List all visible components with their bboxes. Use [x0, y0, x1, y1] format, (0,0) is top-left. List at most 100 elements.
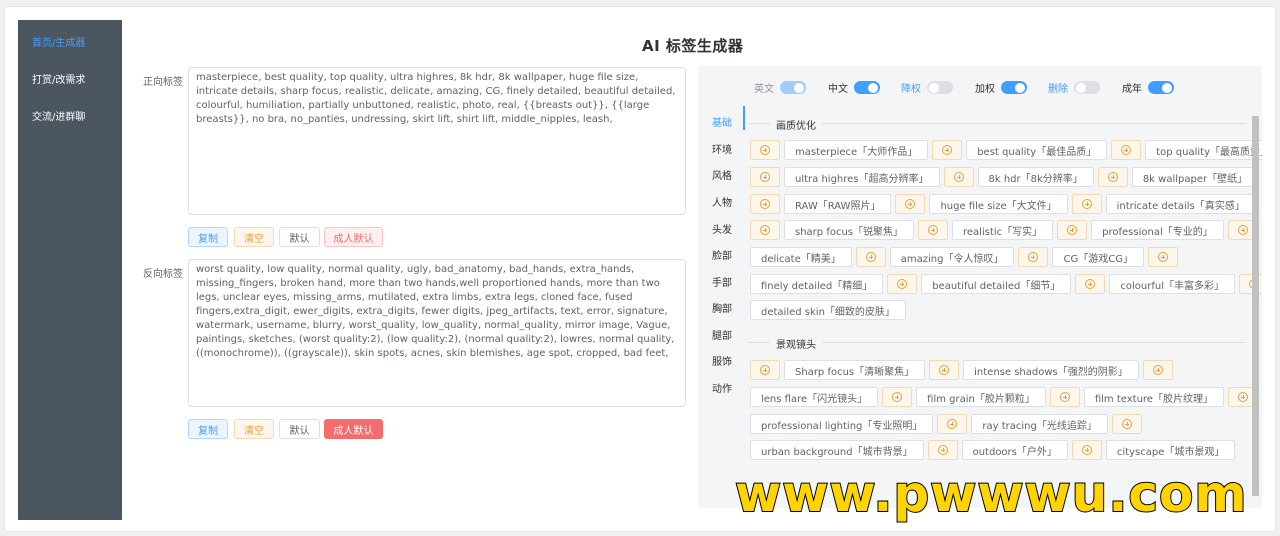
add-tag-button[interactable] [1111, 140, 1142, 160]
tag-chip[interactable]: urban background「城市背景」 [750, 440, 924, 460]
tab-chest[interactable]: 胸部 [712, 300, 732, 315]
toggle-downweight[interactable]: 降权 [901, 80, 953, 95]
add-tag-button[interactable] [1097, 167, 1128, 187]
tag-chip[interactable]: masterpiece「大师作品」 [784, 140, 929, 160]
toggle-english[interactable]: 英文 [754, 80, 806, 95]
tab-hands[interactable]: 手部 [712, 274, 732, 289]
add-tag-button[interactable] [918, 220, 948, 240]
tab-legs[interactable]: 腿部 [712, 327, 732, 342]
tag-chip[interactable]: huge file size「大文件」 [929, 194, 1068, 214]
toggle-delete[interactable]: 删除 [1048, 80, 1100, 95]
tag-chip[interactable]: intricate details「真实感」 [1105, 194, 1256, 214]
tag-chip[interactable]: detailed skin「细致的皮肤」 [750, 300, 906, 320]
negative-adult-default-button[interactable]: 成人默认 [324, 419, 383, 439]
positive-copy-button[interactable]: 复制 [188, 227, 228, 247]
negative-copy-button[interactable]: 复制 [188, 419, 228, 439]
tag-chip[interactable]: professional lighting「专业照明」 [750, 414, 934, 434]
add-tag-button[interactable] [750, 167, 780, 187]
tag-chip[interactable]: intense shadows「强烈的阴影」 [963, 360, 1139, 380]
toggle-switch[interactable] [1148, 81, 1174, 94]
add-tag-button[interactable] [1071, 440, 1102, 460]
toggle-switch[interactable] [854, 81, 880, 94]
add-tag-button[interactable] [927, 440, 958, 460]
tag-chip[interactable]: amazing「令人惊叹」 [889, 247, 1015, 267]
tag-chip[interactable]: beautiful detailed「细节」 [921, 274, 1072, 294]
add-tag-button[interactable] [750, 220, 780, 240]
tag-chip[interactable]: film grain「胶片颗粒」 [916, 387, 1046, 407]
tab-hair[interactable]: 头发 [712, 221, 732, 236]
tag-chip[interactable]: ultra highres「超高分辨率」 [784, 167, 940, 187]
add-tag-button[interactable] [1049, 387, 1080, 407]
add-tag-button[interactable] [1075, 274, 1106, 294]
tag-row: ultra highres「超高分辨率」 8k hdr「8k分辨率」 8k wa… [750, 166, 1259, 188]
plus-circle-icon [1237, 392, 1248, 402]
tag-chip[interactable]: top quality「最高质量」 [1145, 140, 1262, 160]
add-tag-button[interactable] [882, 387, 913, 407]
add-tag-button[interactable] [943, 167, 974, 187]
add-tag-button[interactable] [929, 360, 960, 380]
tag-chip[interactable]: delicate「精美」 [750, 247, 852, 267]
add-tag-button[interactable] [1071, 194, 1102, 214]
tag-chip[interactable]: professional「专业的」 [1091, 220, 1224, 240]
plus-circle-icon [1152, 365, 1163, 375]
add-tag-button[interactable] [750, 140, 780, 160]
tag-chip[interactable]: outdoors「户外」 [961, 440, 1068, 460]
toggle-adult[interactable]: 成年 [1122, 80, 1174, 95]
tag-row: sharp focus「锐聚焦」 realistic「写实」 professio… [750, 219, 1258, 241]
tag-chip[interactable]: CG「游戏CG」 [1052, 247, 1144, 267]
tag-chip[interactable]: RAW「RAW照片」 [784, 194, 892, 214]
toggle-switch[interactable] [780, 81, 806, 94]
add-tag-button[interactable] [1147, 247, 1178, 267]
negative-label: 反向标签 [143, 269, 183, 280]
tag-panel-scrollbar[interactable] [1252, 116, 1259, 496]
negative-clear-button[interactable]: 清空 [234, 419, 274, 439]
tab-clothing[interactable]: 服饰 [712, 353, 732, 368]
add-tag-button[interactable] [937, 414, 968, 434]
toggle-switch[interactable] [1074, 81, 1100, 94]
tag-chip[interactable]: cityscape「城市景观」 [1105, 440, 1236, 460]
toggle-chinese[interactable]: 中文 [828, 80, 880, 95]
tag-chip[interactable]: finely detailed「精细」 [750, 274, 884, 294]
tag-chip[interactable]: Sharp focus「清晰聚焦」 [784, 360, 926, 380]
tag-chip[interactable]: best quality「最佳品质」 [966, 140, 1108, 160]
sidebar-item-donate[interactable]: 打赏/改需求 [32, 71, 85, 86]
add-tag-button[interactable] [1057, 220, 1088, 240]
tag-chip[interactable]: realistic「写实」 [952, 220, 1054, 240]
negative-default-button[interactable]: 默认 [279, 419, 320, 439]
add-tag-button[interactable] [1018, 247, 1049, 267]
tab-environment[interactable]: 环境 [712, 141, 732, 156]
positive-default-button[interactable]: 默认 [279, 227, 320, 247]
toggle-switch[interactable] [1001, 81, 1027, 94]
tag-chip[interactable]: ray tracing「光线追踪」 [971, 414, 1108, 434]
positive-prompt-textarea[interactable]: masterpiece, best quality, top quality, … [188, 67, 686, 215]
sidebar-item-home[interactable]: 首页/生成器 [32, 34, 85, 49]
tag-chip[interactable]: 8k hdr「8k分辨率」 [977, 167, 1094, 187]
add-tag-button[interactable] [887, 274, 918, 294]
tag-chip[interactable]: 8k wallpaper「壁纸」 [1131, 167, 1259, 187]
tag-chip[interactable]: colourful「丰富多彩」 [1109, 274, 1235, 294]
add-tag-button[interactable] [1142, 360, 1173, 380]
toggle-switch[interactable] [927, 81, 953, 94]
add-tag-button[interactable] [932, 140, 963, 160]
add-tag-button[interactable] [895, 194, 926, 214]
toggle-upweight[interactable]: 加权 [975, 80, 1027, 95]
section-divider [748, 342, 1246, 343]
plus-circle-icon [760, 225, 770, 235]
tag-chip[interactable]: film texture「胶片纹理」 [1083, 387, 1224, 407]
plus-circle-icon [1121, 419, 1132, 429]
tab-basic[interactable]: 基础 [712, 114, 732, 129]
add-tag-button[interactable] [750, 194, 780, 214]
sidebar-item-community[interactable]: 交流/进群聊 [32, 108, 85, 123]
add-tag-button[interactable] [750, 360, 780, 380]
add-tag-button[interactable] [855, 247, 886, 267]
tab-style[interactable]: 风格 [712, 167, 732, 182]
negative-prompt-textarea[interactable]: worst quality, low quality, normal quali… [188, 259, 686, 407]
positive-adult-default-button[interactable]: 成人默认 [324, 227, 383, 247]
tab-face[interactable]: 脸部 [712, 247, 732, 262]
add-tag-button[interactable] [1111, 414, 1142, 434]
tab-character[interactable]: 人物 [712, 194, 732, 209]
tag-chip[interactable]: lens flare「闪光镜头」 [750, 387, 879, 407]
tag-chip[interactable]: sharp focus「锐聚焦」 [784, 220, 914, 240]
positive-clear-button[interactable]: 清空 [234, 227, 274, 247]
tab-action[interactable]: 动作 [712, 380, 732, 395]
